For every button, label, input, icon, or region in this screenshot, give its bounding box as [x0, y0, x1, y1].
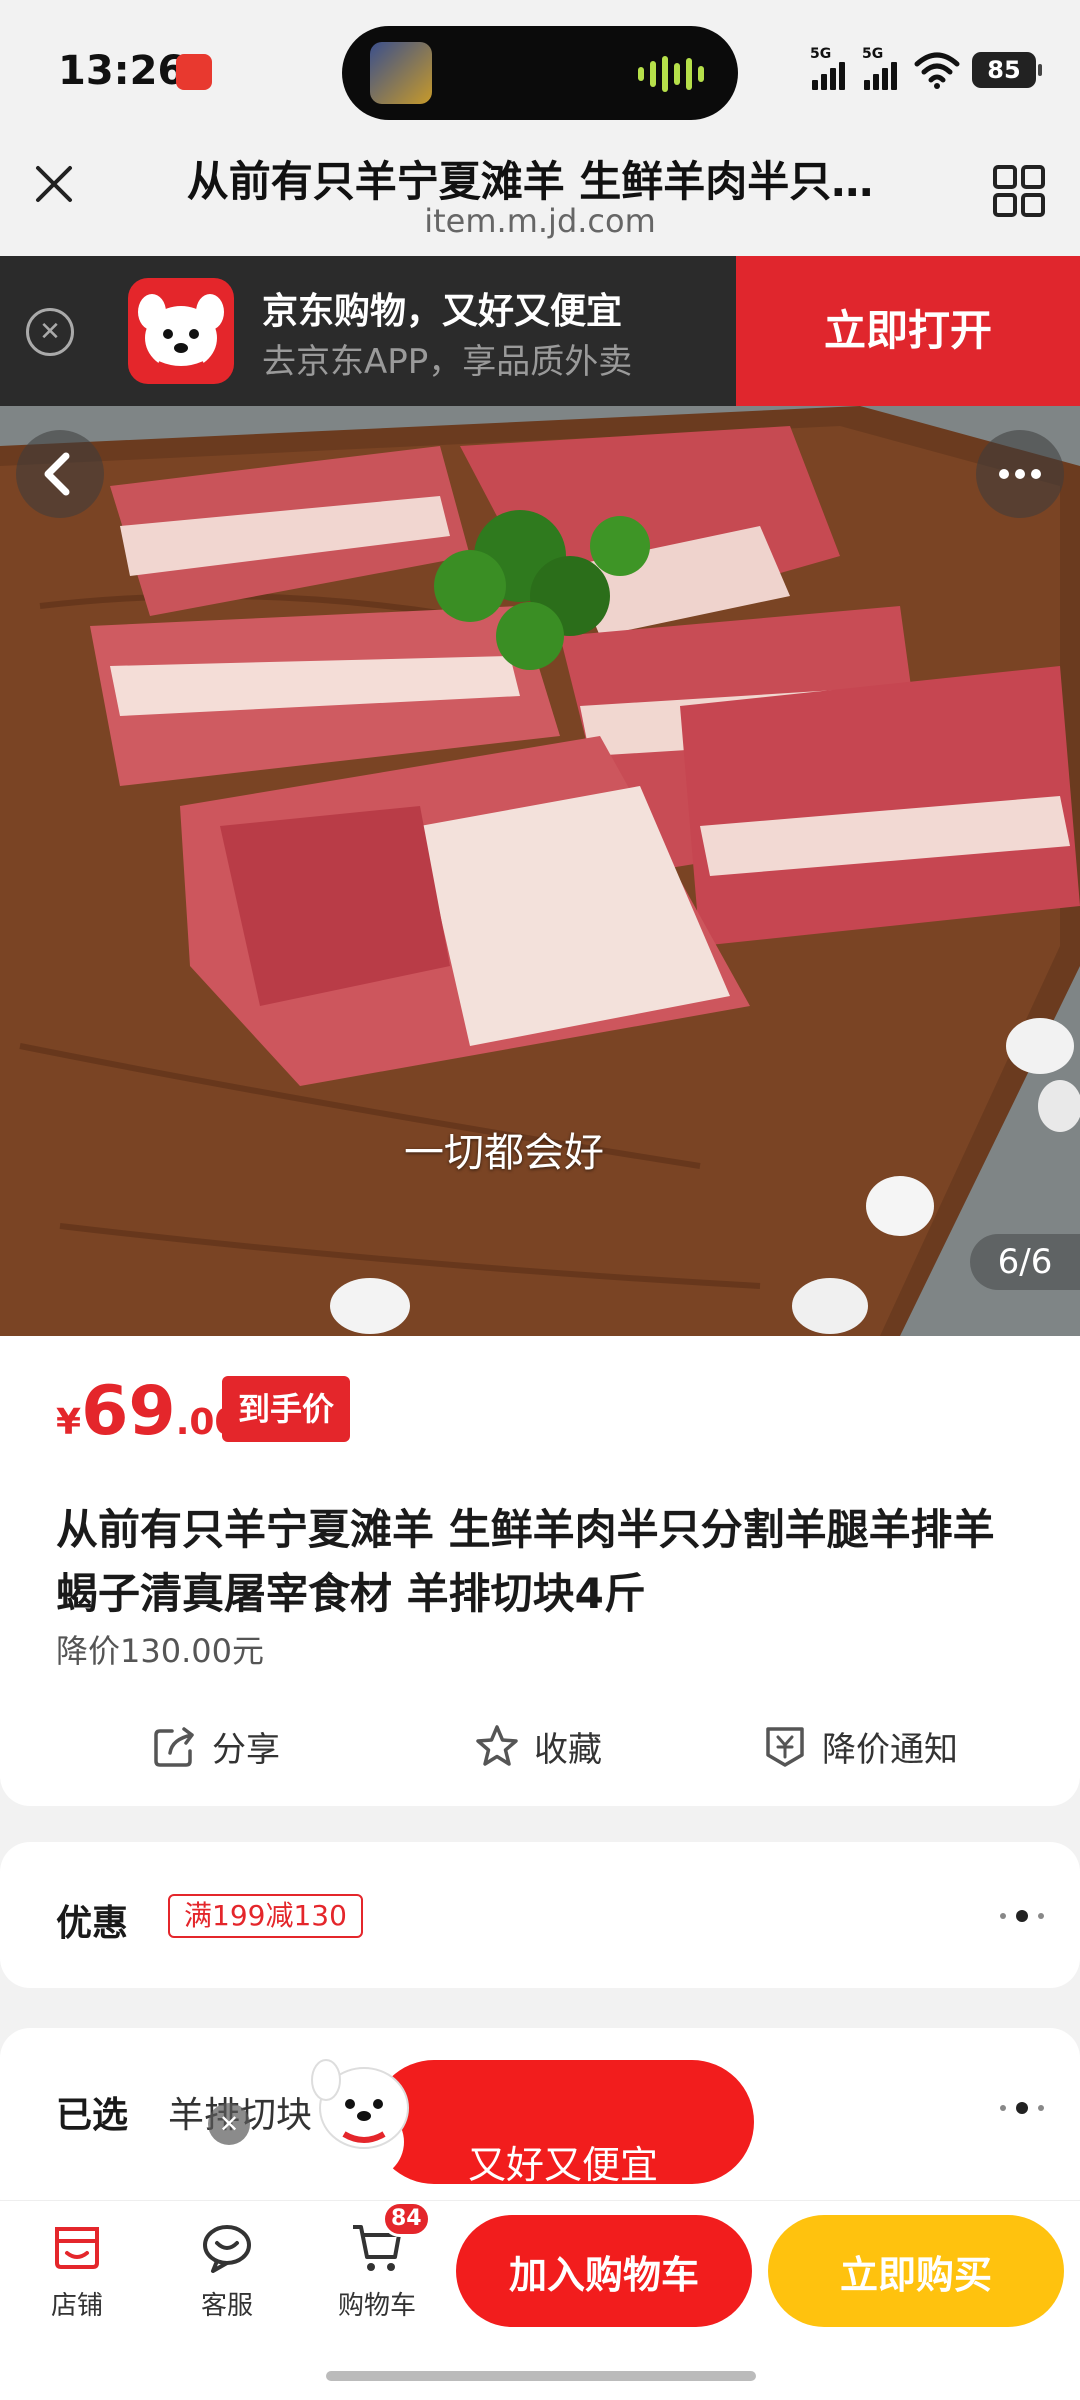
price: ¥69.00 — [56, 1372, 239, 1451]
coupon-badge: 满199减130 — [168, 1894, 363, 1938]
selected-label: 已选 — [56, 2095, 129, 2136]
wifi-icon — [914, 52, 960, 89]
customer-service-icon — [203, 2225, 251, 2273]
more-dots-icon[interactable] — [1000, 1910, 1044, 1922]
close-icon[interactable]: ✕ — [208, 2103, 250, 2145]
more-dots-icon — [999, 469, 1041, 479]
battery-icon: 85 — [972, 52, 1042, 88]
favorite-button[interactable]: 收藏 — [472, 1706, 602, 1786]
product-actions: 分享 收藏 降价通知 — [0, 1706, 1080, 1786]
price-alert-button[interactable]: 降价通知 — [760, 1706, 958, 1786]
buy-now-button[interactable]: 立即购买 — [768, 2215, 1064, 2327]
discount-label: 优惠 — [56, 1903, 129, 1944]
grid-menu-icon[interactable] — [992, 164, 1046, 218]
share-label: 分享 — [212, 1729, 280, 1770]
star-icon — [476, 1725, 518, 1766]
shop-label: 店铺 — [50, 2291, 103, 2321]
signal-icon: 5G — [810, 46, 850, 90]
more-dots-icon[interactable] — [1000, 2102, 1044, 2114]
home-indicator[interactable] — [326, 2371, 756, 2381]
product-info-card: ¥69.00 到手价 从前有只羊宁夏滩羊 生鲜羊肉半只分割羊腿羊排羊蝎子清真屠宰… — [0, 1336, 1080, 1806]
signal-icon: 5G — [862, 46, 902, 90]
share-button[interactable]: 分享 — [150, 1706, 280, 1786]
status-bar: 13:26 5G 5G 85 — [0, 0, 1080, 130]
bottom-action-bar: 店铺 客服 购物车 84 加入购物车 立即购买 — [0, 2200, 1080, 2400]
network-type-label: 5G — [862, 46, 884, 62]
floating-promo-text: 又好又便宜 — [468, 2143, 659, 2184]
status-time: 13:26 — [58, 48, 186, 94]
service-label: 客服 — [200, 2291, 253, 2321]
product-title: 从前有只羊宁夏滩羊 生鲜羊肉半只分割羊腿羊排羊蝎子清真屠宰食材 羊排切块4斤 — [56, 1505, 995, 1618]
price-integer: 69 — [81, 1372, 176, 1451]
back-button[interactable] — [16, 430, 104, 518]
network-type-label: 5G — [810, 46, 832, 62]
currency-symbol: ¥ — [56, 1402, 82, 1443]
price-alert-label: 降价通知 — [822, 1729, 958, 1770]
price-alert-icon — [766, 1727, 804, 1767]
more-button[interactable] — [976, 430, 1064, 518]
status-indicators: 5G 5G 85 — [810, 46, 1042, 90]
discount-row[interactable]: 优惠 满199减130 — [0, 1842, 1080, 1988]
cart-count-badge: 84 — [382, 2201, 431, 2237]
audio-wave-icon — [638, 54, 704, 94]
notification-app-icon — [176, 54, 212, 90]
browser-header: 从前有只羊宁夏滩羊 生鲜羊肉半只… item.m.jd.com — [0, 130, 1080, 256]
chevron-left-icon — [44, 452, 70, 496]
service-tab[interactable]: 客服 — [172, 2219, 282, 2322]
dynamic-island[interactable] — [342, 26, 738, 120]
promo-title: 京东购物，又好又便宜 — [262, 291, 623, 332]
price-drop-text: 降价130.00元 — [56, 1632, 264, 1670]
page-url: item.m.jd.com — [424, 202, 656, 240]
favorite-label: 收藏 — [534, 1729, 602, 1770]
game-app-icon — [370, 42, 432, 104]
app-promo-banner: ✕ 京东购物，又好又便宜 去京东APP，享品质外卖 立即打开 — [0, 256, 1080, 406]
final-price-tag: 到手价 — [222, 1376, 351, 1442]
product-image-carousel[interactable]: 一切都会好 6/6 — [0, 406, 1080, 1336]
shop-tab[interactable]: 店铺 — [22, 2219, 132, 2322]
floating-promo-bubble[interactable]: 又好又便宜 — [372, 2060, 754, 2184]
promo-subtitle: 去京东APP，享品质外卖 — [262, 342, 633, 382]
mascot-icon — [311, 2059, 409, 2180]
add-to-cart-button[interactable]: 加入购物车 — [456, 2215, 752, 2327]
image-page-indicator: 6/6 — [970, 1234, 1080, 1290]
page-title: 从前有只羊宁夏滩羊 生鲜羊肉半只… — [186, 157, 874, 206]
close-circle-icon[interactable]: ✕ — [26, 308, 74, 356]
product-photo — [0, 406, 1080, 1336]
shop-icon — [55, 2227, 99, 2269]
image-caption: 一切都会好 — [404, 1130, 604, 1176]
open-app-button[interactable]: 立即打开 — [736, 256, 1080, 406]
cart-label: 购物车 — [337, 2291, 416, 2321]
close-icon[interactable] — [30, 160, 78, 208]
jd-app-logo — [128, 278, 234, 384]
share-icon — [154, 1727, 194, 1767]
